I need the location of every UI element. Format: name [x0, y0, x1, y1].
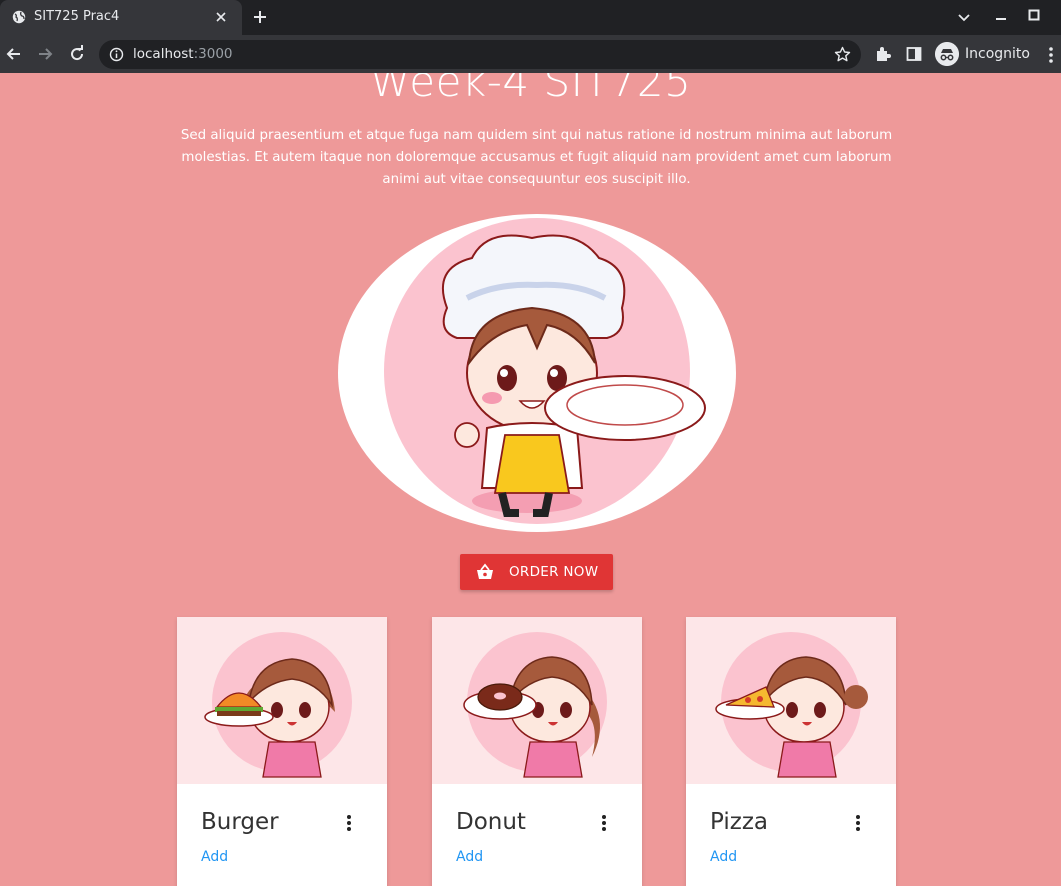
- bookmark-star-icon[interactable]: [834, 46, 851, 63]
- back-icon[interactable]: [4, 44, 24, 64]
- more-vert-icon[interactable]: [600, 813, 608, 833]
- card-title: Donut: [456, 809, 526, 835]
- globe-icon: [12, 10, 26, 24]
- extensions-puzzle-icon[interactable]: [874, 45, 892, 63]
- browser-tab[interactable]: SIT725 Prac4: [0, 0, 242, 35]
- order-now-button[interactable]: ORDER NOW: [460, 554, 613, 590]
- minimize-icon[interactable]: [992, 8, 1010, 26]
- tab-strip: SIT725 Prac4: [0, 0, 1061, 35]
- tab-title: SIT725 Prac4: [34, 9, 120, 24]
- add-link[interactable]: Add: [710, 849, 737, 865]
- reload-icon[interactable]: [67, 44, 87, 64]
- menu-card[interactable]: Donut Add: [432, 617, 642, 886]
- incognito-label: Incognito: [965, 46, 1030, 62]
- add-link[interactable]: Add: [201, 849, 228, 865]
- donut-girl-image: [432, 617, 642, 784]
- basket-icon: [477, 563, 493, 579]
- url-text: localhost:3000: [133, 46, 233, 62]
- incognito-indicator[interactable]: Incognito: [935, 41, 1041, 67]
- more-vert-icon[interactable]: [345, 813, 353, 833]
- menu-card[interactable]: Burger Add: [177, 617, 387, 886]
- card-title: Pizza: [710, 809, 768, 835]
- forward-icon[interactable]: [35, 44, 55, 64]
- page-title: Week-4 SIT725: [369, 73, 692, 106]
- close-tab-icon[interactable]: [214, 10, 228, 24]
- menu-cards: Burger Add Donut Add Pizza Add: [0, 617, 1061, 886]
- site-info-icon[interactable]: [109, 47, 124, 62]
- burger-girl-image: [177, 617, 387, 784]
- chef-hero-illustration: [338, 214, 736, 532]
- new-tab-icon[interactable]: [252, 9, 268, 25]
- more-vert-icon[interactable]: [854, 813, 862, 833]
- maximize-icon[interactable]: [1025, 8, 1043, 26]
- pizza-girl-image: [686, 617, 896, 784]
- order-now-label: ORDER NOW: [509, 564, 599, 580]
- address-bar[interactable]: localhost:3000: [99, 40, 861, 69]
- menu-card[interactable]: Pizza Add: [686, 617, 896, 886]
- intro-paragraph: Sed aliquid praesentium et atque fuga na…: [180, 128, 893, 187]
- card-title: Burger: [201, 809, 279, 835]
- incognito-icon: [935, 42, 959, 66]
- add-link[interactable]: Add: [456, 849, 483, 865]
- tab-search-icon[interactable]: [955, 8, 973, 26]
- browser-menu-icon[interactable]: [1048, 46, 1054, 64]
- browser-toolbar: localhost:3000 Incognito: [0, 35, 1061, 73]
- page-viewport: Week-4 SIT725 Sed aliquid praesentium et…: [0, 73, 1061, 886]
- side-panel-icon[interactable]: [905, 45, 923, 63]
